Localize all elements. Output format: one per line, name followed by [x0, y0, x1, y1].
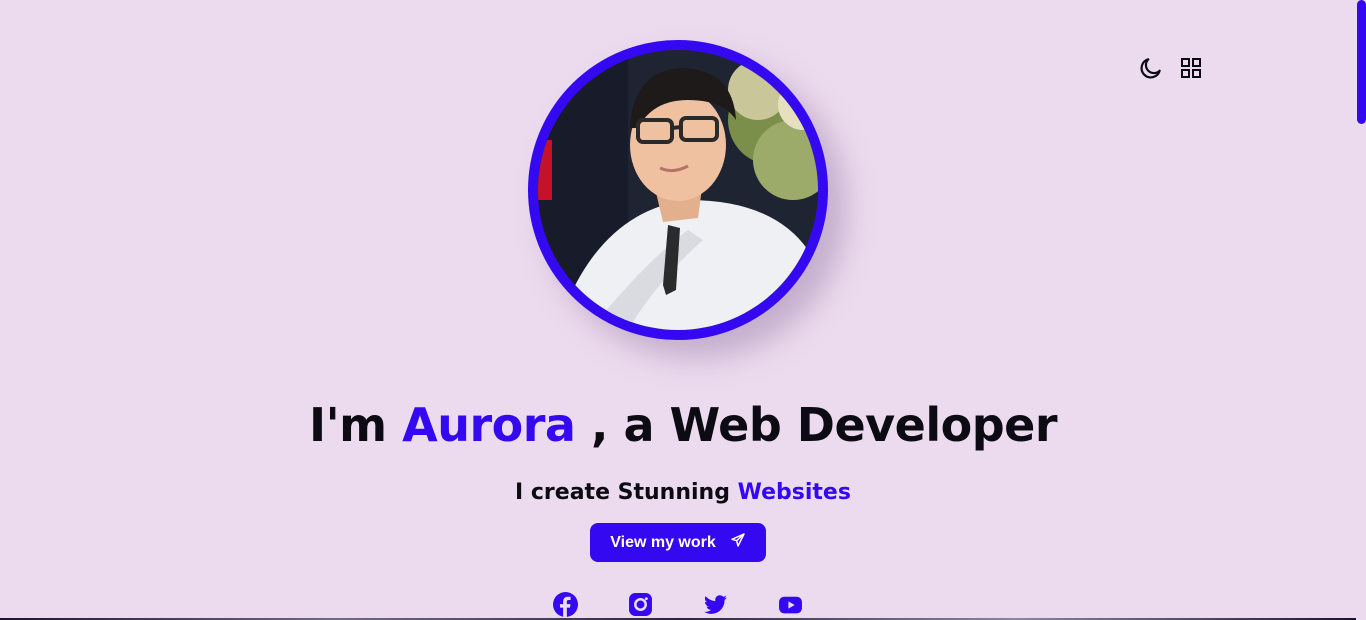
title-prefix: I'm: [308, 398, 387, 452]
avatar: [528, 40, 828, 340]
facebook-icon[interactable]: [553, 592, 578, 617]
portfolio-page: I'm Aurora , a Web Developer I create St…: [0, 0, 1366, 620]
youtube-icon[interactable]: [778, 592, 803, 617]
subtitle-highlight: Websites: [737, 480, 851, 505]
hero-name: Aurora: [402, 398, 576, 452]
header-actions: [1138, 55, 1204, 81]
send-icon: [730, 532, 746, 553]
moon-icon[interactable]: [1138, 55, 1164, 81]
hero-subtitle: I create Stunning Websites: [0, 480, 1366, 505]
scrollbar-thumb[interactable]: [1357, 0, 1366, 124]
grid-icon[interactable]: [1178, 55, 1204, 81]
title-suffix: , a Web Developer: [591, 398, 1058, 452]
scrollbar[interactable]: [1356, 0, 1366, 620]
view-my-work-button[interactable]: View my work: [590, 523, 766, 562]
subtitle-prefix: I create Stunning: [515, 480, 730, 505]
social-links: [553, 592, 803, 617]
twitter-icon[interactable]: [703, 592, 728, 617]
cta-label: View my work: [610, 533, 716, 551]
hero-title: I'm Aurora , a Web Developer: [0, 398, 1366, 452]
instagram-icon[interactable]: [628, 592, 653, 617]
